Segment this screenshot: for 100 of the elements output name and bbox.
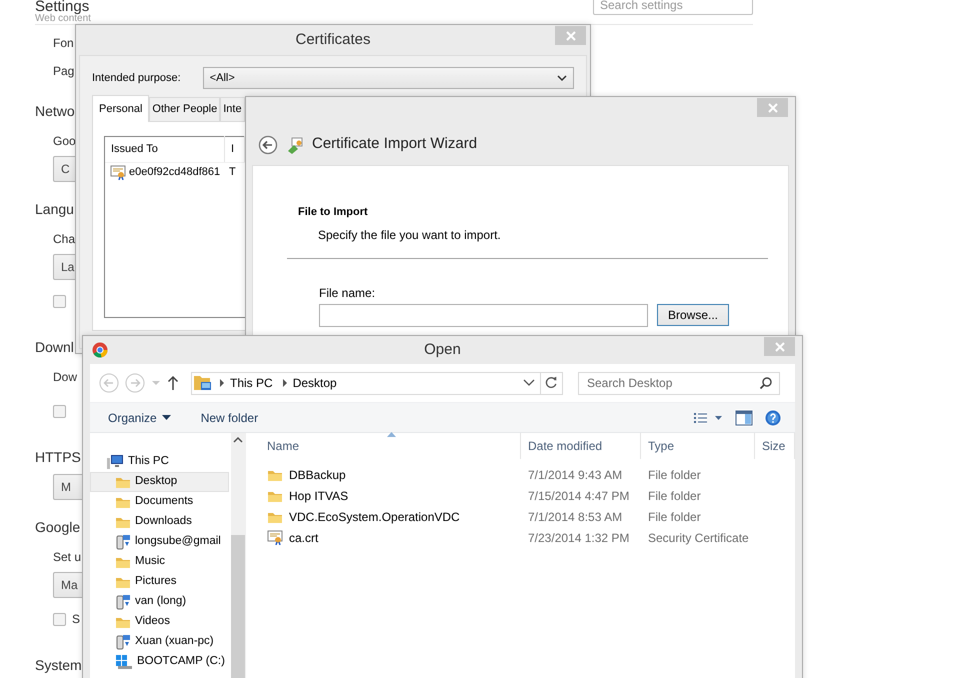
- scrollbar-thumb[interactable]: [231, 535, 245, 678]
- setting-label: Pag: [53, 63, 76, 80]
- file-type: File folder: [647, 488, 702, 504]
- browse-button[interactable]: Browse...: [657, 304, 730, 326]
- navigation-item[interactable]: Documents: [90, 492, 229, 512]
- section-heading: HTTPS: [35, 448, 82, 467]
- folder-icon: [115, 575, 131, 589]
- section-heading: System: [35, 656, 83, 675]
- tab[interactable]: Personal: [92, 95, 150, 122]
- file-name-field[interactable]: [319, 304, 648, 326]
- placeholder-text: Search Desktop: [587, 375, 672, 392]
- file-date: 7/15/2014 4:47 PM: [527, 488, 630, 504]
- certificate-wizard-icon: [286, 137, 304, 155]
- chevron-icon: [557, 74, 567, 82]
- column-header[interactable]: Type: [641, 433, 755, 459]
- breadcrumb-item[interactable]: This PC: [230, 374, 273, 392]
- up-icon[interactable]: [167, 375, 179, 391]
- page-title: Settings: [35, 0, 90, 14]
- section-heading: Google: [35, 518, 82, 537]
- close-button[interactable]: [764, 337, 795, 356]
- setting-label: Cha: [53, 231, 76, 248]
- navigation-item[interactable]: Music: [90, 552, 229, 572]
- folder-icon: [115, 555, 131, 569]
- file-name[interactable]: VDC.EcoSystem.OperationVDC: [289, 508, 460, 526]
- checkbox[interactable]: [53, 612, 66, 626]
- file-date: 7/1/2014 9:43 AM: [527, 466, 624, 484]
- navigation-item[interactable]: BOOTCAMP (C:): [90, 652, 229, 672]
- search-field[interactable]: Search Desktop: [578, 372, 780, 394]
- setting-label: Fon: [53, 35, 75, 52]
- column-header[interactable]: Name: [260, 433, 521, 459]
- back-icon[interactable]: [258, 135, 278, 155]
- column-header[interactable]: Issued To: [105, 136, 225, 162]
- navigation-item[interactable]: This PC: [90, 452, 229, 472]
- navigation-item[interactable]: Xuan (xuan-pc): [90, 632, 229, 652]
- navigation-item[interactable]: Downloads: [90, 512, 229, 532]
- checkbox-label: S: [72, 611, 80, 628]
- subtitle: Web content: [35, 14, 91, 24]
- file-type: Security Certificate: [647, 530, 750, 546]
- browser-icon: [92, 342, 108, 358]
- tab[interactable]: Inte: [220, 97, 245, 120]
- navigation-item[interactable]: longsube@gmail: [90, 532, 229, 552]
- column-header[interactable]: Date modified: [521, 433, 641, 459]
- file-date: 7/1/2014 8:53 AM: [527, 508, 624, 526]
- help-icon[interactable]: [765, 410, 781, 426]
- navigation-item[interactable]: van (long): [90, 592, 229, 612]
- search-icon: [759, 376, 773, 390]
- folder-icon: [115, 615, 131, 629]
- navigation-item[interactable]: Videos: [90, 612, 229, 632]
- window-title: Certificate Import Wizard: [312, 134, 478, 154]
- file-date: 7/23/2014 1:32 PM: [527, 530, 630, 546]
- network-drive-icon: [115, 634, 131, 650]
- purpose-dropdown[interactable]: <All>: [202, 67, 574, 89]
- view-options-icon[interactable]: [693, 410, 723, 424]
- column-header[interactable]: Size: [755, 433, 795, 459]
- folder-icon: [115, 475, 131, 489]
- chevron-icon[interactable]: [522, 378, 536, 388]
- setting-label: Set u: [53, 549, 82, 566]
- table-cell-text: T: [229, 165, 236, 180]
- file-type: File folder: [647, 466, 702, 484]
- section-description: Specify the file you want to import.: [318, 226, 502, 244]
- tab[interactable]: Other People: [149, 97, 220, 120]
- dropdown-value: <All>: [210, 70, 235, 86]
- file-name[interactable]: Hop ITVAS: [289, 486, 348, 504]
- certificate-icon: [110, 165, 126, 180]
- navigation-item[interactable]: Desktop: [90, 472, 229, 492]
- window-title: Certificates: [294, 30, 372, 50]
- drive-icon: [115, 654, 133, 670]
- caret-icon[interactable]: [151, 379, 161, 387]
- file-name[interactable]: DBBackup: [289, 466, 346, 484]
- network-drive-icon: [115, 534, 131, 550]
- toolbar-button[interactable]: New folder: [200, 408, 258, 426]
- window-title: Open: [423, 340, 462, 360]
- close-button[interactable]: [555, 26, 586, 45]
- section-heading: Netwo: [35, 102, 76, 121]
- folder-icon: [115, 515, 131, 529]
- address-bar[interactable]: This PC Desktop: [191, 372, 563, 394]
- checkbox[interactable]: [53, 294, 66, 308]
- menu-button[interactable]: Organize: [108, 408, 171, 426]
- setting-label: Dow: [53, 369, 78, 386]
- breadcrumb-item[interactable]: Desktop: [292, 374, 337, 392]
- setting-label: Goo: [53, 133, 77, 150]
- section-heading: File to Import: [298, 205, 369, 220]
- folder-icon: [115, 495, 131, 509]
- field-label: Intended purpose:: [92, 70, 181, 86]
- close-button[interactable]: [757, 98, 788, 117]
- preview-pane-icon[interactable]: [735, 410, 753, 426]
- search-field[interactable]: Search settings: [593, 0, 753, 15]
- computer-icon: [106, 454, 124, 470]
- checkbox[interactable]: [53, 404, 66, 418]
- certificate-icon: [267, 530, 283, 545]
- table-cell-text: e0e0f92cd48df861: [129, 165, 220, 180]
- navigation-item[interactable]: Pictures: [90, 572, 229, 592]
- field-label: File name:: [319, 284, 376, 302]
- section-heading: Downl: [35, 338, 75, 357]
- forward-icon[interactable]: [125, 373, 145, 393]
- section-heading: Langu: [35, 200, 75, 219]
- scrollbar[interactable]: [231, 433, 245, 678]
- folder-icon: [192, 373, 214, 393]
- file-type: File folder: [647, 508, 702, 526]
- file-name[interactable]: ca.crt: [289, 528, 318, 546]
